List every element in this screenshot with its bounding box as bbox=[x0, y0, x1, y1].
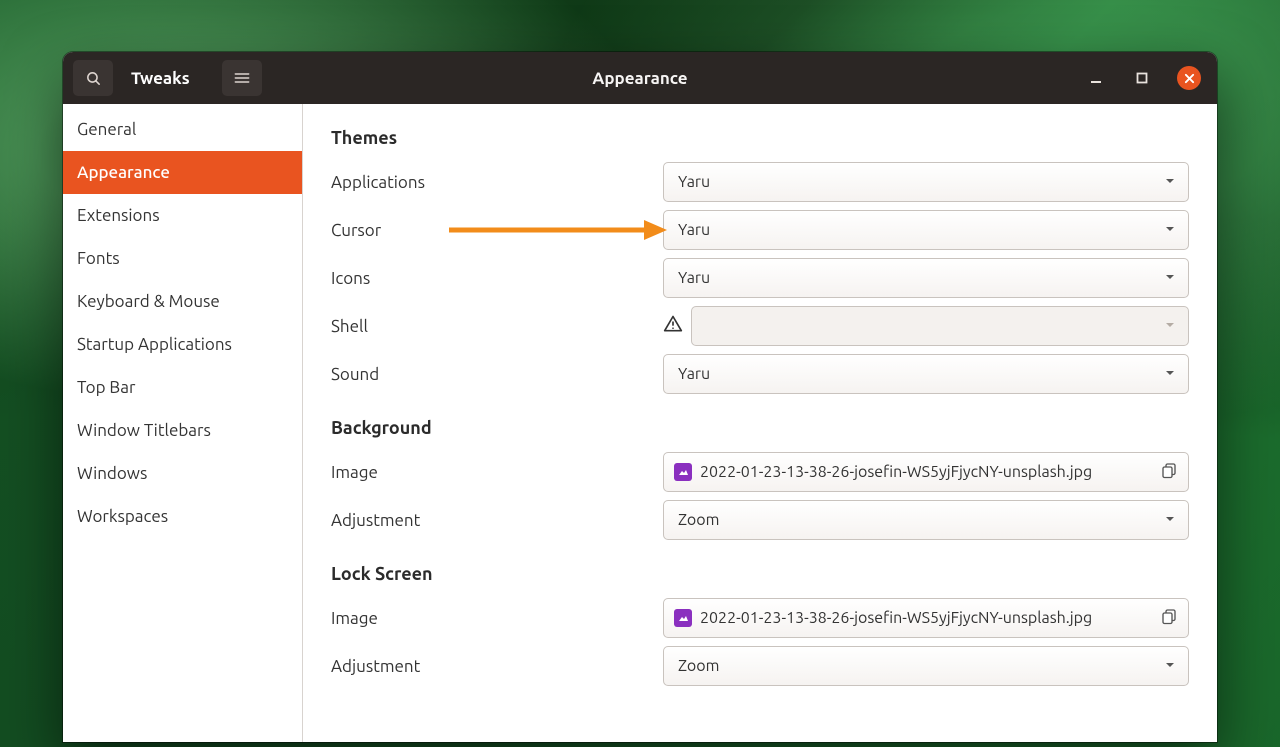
label-cursor: Cursor bbox=[331, 221, 651, 240]
sidebar-item-extensions[interactable]: Extensions bbox=[63, 194, 302, 237]
row-sound: Sound Yaru bbox=[331, 350, 1189, 398]
tweaks-window: Tweaks Appearance General Appearance Ext… bbox=[63, 52, 1217, 742]
background-heading: Background bbox=[331, 418, 1189, 438]
chevron-down-icon bbox=[1164, 269, 1176, 287]
chevron-down-icon bbox=[1164, 511, 1176, 529]
combo-background-adjustment[interactable]: Zoom bbox=[663, 500, 1189, 540]
sidebar-item-appearance[interactable]: Appearance bbox=[63, 151, 302, 194]
combo-applications[interactable]: Yaru bbox=[663, 162, 1189, 202]
chevron-down-icon bbox=[1164, 173, 1176, 191]
hamburger-icon bbox=[234, 71, 250, 85]
minimize-icon bbox=[1089, 71, 1103, 85]
sidebar-item-keyboard-mouse[interactable]: Keyboard & Mouse bbox=[63, 280, 302, 323]
row-icons: Icons Yaru bbox=[331, 254, 1189, 302]
combo-applications-value: Yaru bbox=[678, 173, 710, 191]
titlebar: Tweaks Appearance bbox=[63, 52, 1217, 104]
image-thumbnail-icon bbox=[674, 609, 692, 627]
sidebar-item-fonts[interactable]: Fonts bbox=[63, 237, 302, 280]
row-background-image: Image 2022-01-23-13-38-26-josefin-WS5yjF… bbox=[331, 448, 1189, 496]
combo-cursor-value: Yaru bbox=[678, 221, 710, 239]
sidebar-item-windows[interactable]: Windows bbox=[63, 452, 302, 495]
sidebar-item-startup-applications[interactable]: Startup Applications bbox=[63, 323, 302, 366]
file-lockscreen-image-value: 2022-01-23-13-38-26-josefin-WS5yjFjycNY-… bbox=[700, 609, 1092, 627]
sidebar-item-window-titlebars[interactable]: Window Titlebars bbox=[63, 409, 302, 452]
window-minimize-button[interactable] bbox=[1085, 67, 1107, 89]
row-cursor: Cursor Yaru bbox=[331, 206, 1189, 254]
search-icon bbox=[85, 70, 102, 87]
themes-heading: Themes bbox=[331, 128, 1189, 148]
content-pane: Themes Applications Yaru Cursor Yaru bbox=[303, 104, 1217, 742]
label-applications: Applications bbox=[331, 173, 651, 192]
row-background-adjustment: Adjustment Zoom bbox=[331, 496, 1189, 544]
hamburger-menu-button[interactable] bbox=[222, 60, 262, 96]
combo-sound[interactable]: Yaru bbox=[663, 354, 1189, 394]
label-icons: Icons bbox=[331, 269, 651, 288]
lockscreen-heading: Lock Screen bbox=[331, 564, 1189, 584]
label-background-adjustment: Adjustment bbox=[331, 511, 651, 530]
image-thumbnail-icon bbox=[674, 463, 692, 481]
sidebar-item-top-bar[interactable]: Top Bar bbox=[63, 366, 302, 409]
file-background-image-value: 2022-01-23-13-38-26-josefin-WS5yjFjycNY-… bbox=[700, 463, 1092, 481]
row-applications: Applications Yaru bbox=[331, 158, 1189, 206]
open-file-icon bbox=[1160, 461, 1178, 483]
file-background-image[interactable]: 2022-01-23-13-38-26-josefin-WS5yjFjycNY-… bbox=[663, 452, 1189, 492]
close-icon bbox=[1184, 73, 1195, 84]
label-lockscreen-adjustment: Adjustment bbox=[331, 657, 651, 676]
combo-shell bbox=[691, 306, 1189, 346]
combo-lockscreen-adjustment-value: Zoom bbox=[678, 657, 719, 675]
chevron-down-icon bbox=[1164, 221, 1176, 239]
combo-background-adjustment-value: Zoom bbox=[678, 511, 719, 529]
window-maximize-button[interactable] bbox=[1131, 67, 1153, 89]
combo-icons[interactable]: Yaru bbox=[663, 258, 1189, 298]
app-title: Tweaks bbox=[123, 69, 212, 88]
combo-sound-value: Yaru bbox=[678, 365, 710, 383]
row-lockscreen-adjustment: Adjustment Zoom bbox=[331, 642, 1189, 690]
chevron-down-icon bbox=[1164, 657, 1176, 675]
row-lockscreen-image: Image 2022-01-23-13-38-26-josefin-WS5yjF… bbox=[331, 594, 1189, 642]
open-file-icon bbox=[1160, 607, 1178, 629]
label-lockscreen-image: Image bbox=[331, 609, 651, 628]
sidebar: General Appearance Extensions Fonts Keyb… bbox=[63, 104, 303, 742]
combo-icons-value: Yaru bbox=[678, 269, 710, 287]
label-background-image: Image bbox=[331, 463, 651, 482]
window-close-button[interactable] bbox=[1177, 66, 1201, 90]
combo-cursor[interactable]: Yaru bbox=[663, 210, 1189, 250]
file-lockscreen-image[interactable]: 2022-01-23-13-38-26-josefin-WS5yjFjycNY-… bbox=[663, 598, 1189, 638]
warning-icon bbox=[663, 314, 683, 338]
sidebar-item-workspaces[interactable]: Workspaces bbox=[63, 495, 302, 538]
search-button[interactable] bbox=[73, 60, 113, 96]
label-sound: Sound bbox=[331, 365, 651, 384]
chevron-down-icon bbox=[1164, 365, 1176, 383]
chevron-down-icon bbox=[1164, 317, 1176, 335]
row-shell: Shell bbox=[331, 302, 1189, 350]
label-shell: Shell bbox=[331, 317, 651, 336]
combo-lockscreen-adjustment[interactable]: Zoom bbox=[663, 646, 1189, 686]
maximize-icon bbox=[1136, 72, 1148, 84]
sidebar-item-general[interactable]: General bbox=[63, 108, 302, 151]
